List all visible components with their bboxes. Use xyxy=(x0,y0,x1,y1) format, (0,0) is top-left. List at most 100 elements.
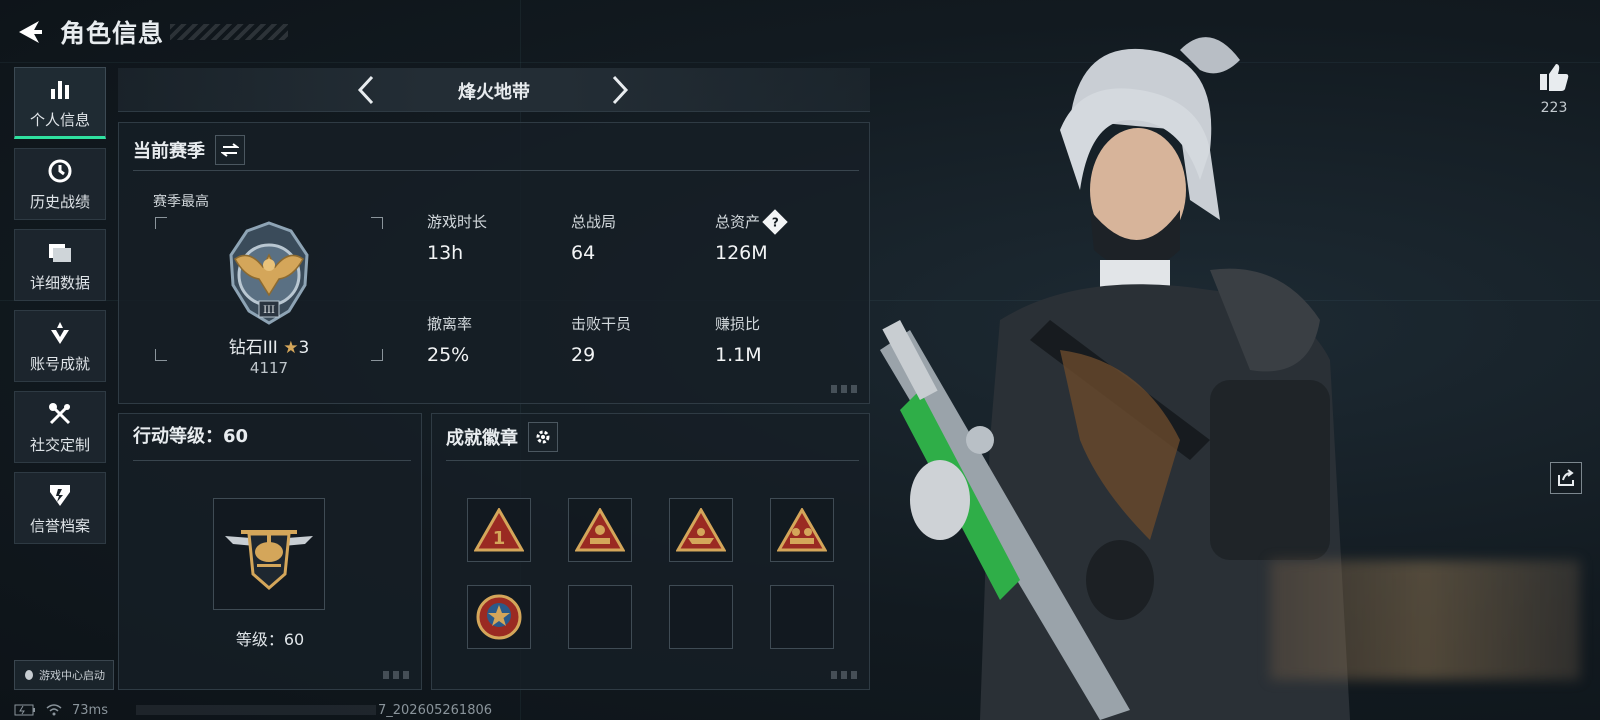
badge-settings-button[interactable] xyxy=(528,422,558,452)
latency-text: 73ms xyxy=(72,702,108,718)
page-title: 角色信息 xyxy=(60,19,165,48)
achievement-icon xyxy=(47,319,73,347)
panel-header: 当前赛季 xyxy=(133,135,245,165)
star-icon: ★ xyxy=(283,338,299,358)
badge-boat-icon xyxy=(676,508,726,552)
mode-next-button[interactable] xyxy=(604,74,636,106)
redacted-id xyxy=(135,705,376,715)
stat-label: 撤离率 xyxy=(427,315,473,333)
gear-icon xyxy=(536,430,550,444)
svg-text:III: III xyxy=(263,305,275,316)
level-title: 行动等级：60 xyxy=(133,426,249,447)
season-best-label: 赛季最高 xyxy=(153,194,209,210)
diamond-rank-emblem-icon: III xyxy=(229,221,309,325)
badge-star-medal-icon xyxy=(476,594,522,640)
title-decoration xyxy=(170,24,289,40)
achievement-badges-panel: 成就徽章 1 xyxy=(431,413,870,690)
sidebar-item-social-custom[interactable]: 社交定制 xyxy=(14,391,106,463)
badge-slot[interactable] xyxy=(568,498,632,562)
level-emblem xyxy=(213,498,325,610)
help-icon: ? xyxy=(771,214,779,229)
like-button[interactable]: 223 xyxy=(1532,62,1576,116)
corner-decoration xyxy=(383,671,413,679)
stat-value: 126M xyxy=(715,242,768,264)
folder-icon xyxy=(47,238,73,266)
level-text: 等级：60 xyxy=(235,630,305,649)
sidebar-item-achievements[interactable]: 账号成就 xyxy=(14,310,106,382)
stat-profit-loss: 赚损比 1.1M xyxy=(715,313,855,366)
badge-slot[interactable] xyxy=(467,585,531,649)
stat-total-assets: 总资产 ? 126M xyxy=(715,208,855,264)
stat-label: 击败干员 xyxy=(571,315,632,333)
season-title: 当前赛季 xyxy=(133,141,205,162)
stat-value: 64 xyxy=(571,242,596,264)
thumbs-up-icon xyxy=(1540,64,1569,91)
badge-squad-icon xyxy=(777,508,827,552)
panel-header: 成就徽章 xyxy=(446,422,558,452)
mode-switcher: 烽火地带 xyxy=(118,68,870,112)
share-icon xyxy=(1558,469,1574,486)
rank-score: 4117 xyxy=(249,359,289,377)
sidebar-item-personal-info[interactable]: 个人信息 xyxy=(14,67,106,139)
mode-title: 烽火地带 xyxy=(458,82,530,103)
launch-label: 游戏中心启动 xyxy=(39,669,105,682)
grid-line xyxy=(0,62,1600,63)
stat-value: 25% xyxy=(427,344,470,366)
corner-decoration xyxy=(831,385,861,393)
badge-slot-empty[interactable] xyxy=(770,585,834,649)
stat-value: 1.1M xyxy=(715,344,762,366)
corner-decoration xyxy=(831,671,861,679)
chevron-right-icon xyxy=(612,75,629,105)
stat-play-time: 游戏时长 13h xyxy=(427,211,567,264)
swap-icon xyxy=(221,143,239,157)
game-center-launch-button[interactable]: 游戏中心启动 xyxy=(14,660,114,690)
action-level-panel: 行动等级：60 等级：60 xyxy=(118,413,422,690)
header: 角色信息 xyxy=(14,12,289,52)
help-button[interactable]: ? xyxy=(762,208,788,235)
stat-label: 总战局 xyxy=(571,213,617,231)
divider xyxy=(133,460,411,461)
season-switch-button[interactable] xyxy=(215,135,245,165)
badge-first-place-icon: 1 xyxy=(474,508,524,552)
divider xyxy=(446,460,859,461)
badge-slot[interactable]: 1 xyxy=(467,498,531,562)
rank-name: 钻石III ★3 xyxy=(155,333,383,358)
credit-shield-icon xyxy=(48,481,72,509)
stat-label-text: 总资产 xyxy=(715,213,761,231)
share-button[interactable] xyxy=(1550,462,1582,494)
svg-text:1: 1 xyxy=(493,528,506,549)
history-clock-icon xyxy=(47,157,73,185)
tools-icon xyxy=(47,400,73,428)
sidebar-item-label: 信誉档案 xyxy=(29,516,90,535)
badge-slot-empty[interactable] xyxy=(568,585,632,649)
build-text: 7_202605261806 xyxy=(377,702,493,718)
sidebar-item-detailed-data[interactable]: 详细数据 xyxy=(14,229,106,301)
back-button[interactable] xyxy=(14,16,46,48)
stat-value: 29 xyxy=(571,344,596,366)
sidebar-item-label: 详细数据 xyxy=(29,273,90,292)
panel-header: 行动等级：60 xyxy=(133,422,248,448)
badge-soldier-icon xyxy=(575,508,625,552)
status-bar: 73ms 7_202605261806 xyxy=(14,700,492,720)
sidebar-item-label: 账号成就 xyxy=(29,354,90,373)
blurred-overlay xyxy=(1270,560,1580,680)
badge-slot[interactable] xyxy=(770,498,834,562)
sidebar-item-label: 历史战绩 xyxy=(29,192,90,211)
stat-label: 总资产 ? xyxy=(715,208,855,235)
badge-slot[interactable] xyxy=(669,498,733,562)
sidebar-item-credit-record[interactable]: 信誉档案 xyxy=(14,472,106,544)
stat-label: 赚损比 xyxy=(715,315,761,333)
stat-operators-defeated: 击败干员 29 xyxy=(571,313,711,366)
sidebar-item-label: 社交定制 xyxy=(29,435,90,454)
rank-stars: 3 xyxy=(298,338,310,358)
helicopter-emblem-icon xyxy=(225,530,313,590)
badge-slot-empty[interactable] xyxy=(669,585,733,649)
wifi-icon xyxy=(46,704,62,716)
stat-label: 游戏时长 xyxy=(427,213,488,231)
sidebar: 个人信息 历史战绩 详细数据 账号成就 社交定制 信誉档案 xyxy=(14,67,106,553)
sidebar-item-history[interactable]: 历史战绩 xyxy=(14,148,106,220)
like-count: 223 xyxy=(1540,100,1568,116)
sidebar-item-label: 个人信息 xyxy=(29,110,90,129)
current-season-panel: 当前赛季 赛季最高 III 钻石III ★3 4117 游戏时长 13h 总战局… xyxy=(118,122,870,404)
badges-title: 成就徽章 xyxy=(446,428,518,449)
